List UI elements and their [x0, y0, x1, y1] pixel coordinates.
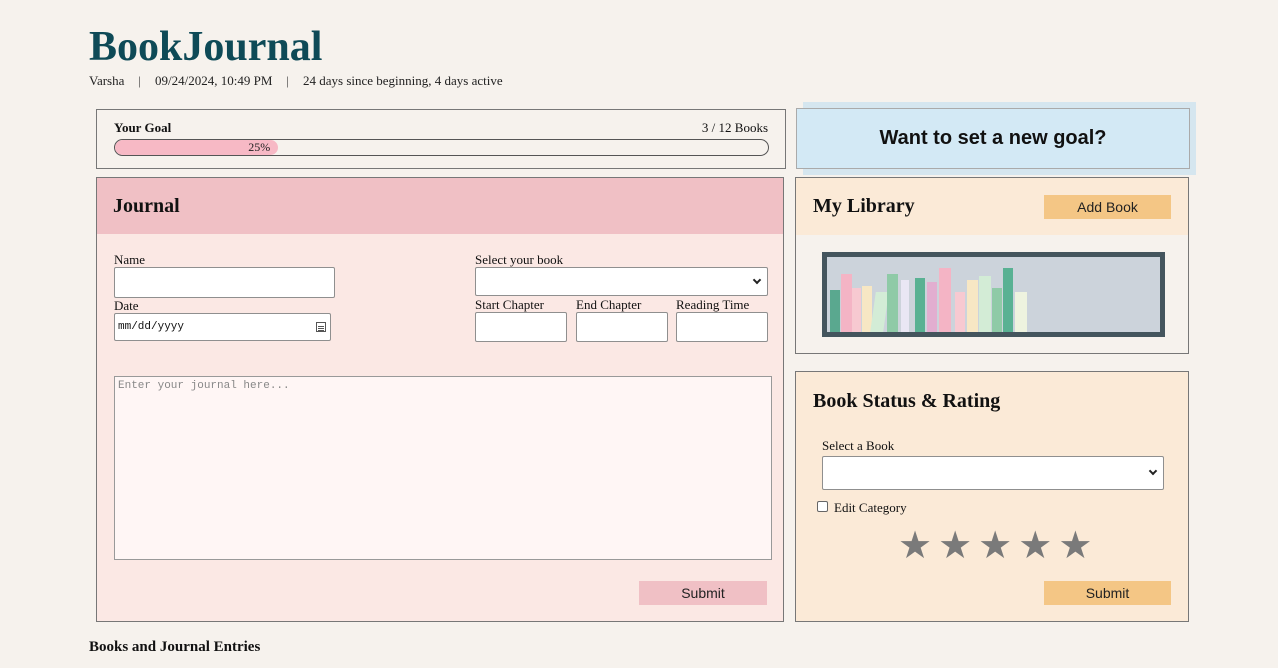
edit-category-label: Edit Category [834, 500, 907, 515]
user-name: Varsha [89, 73, 125, 88]
edit-category-checkbox[interactable] [817, 501, 828, 512]
book-status-title: Book Status & Rating [813, 390, 1001, 412]
separator: | [286, 73, 289, 88]
reading-time-label: Reading Time [676, 297, 750, 312]
star-5-icon[interactable]: ★ [1058, 526, 1092, 564]
rating-submit-button[interactable]: Submit [1044, 581, 1171, 605]
star-rating: ★ ★ ★ ★ ★ [898, 526, 1092, 564]
start-chapter-label: Start Chapter [475, 297, 544, 312]
star-3-icon[interactable]: ★ [978, 526, 1012, 564]
star-4-icon[interactable]: ★ [1018, 526, 1052, 564]
chevron-down-icon [752, 275, 762, 284]
book-spine [901, 280, 909, 332]
library-title: My Library [813, 195, 915, 217]
reading-time-input[interactable] [676, 312, 768, 342]
current-datetime: 09/24/2024, 10:49 PM [155, 73, 273, 88]
book-spine [852, 288, 861, 332]
set-new-goal-button[interactable]: Want to set a new goal? [796, 102, 1196, 175]
book-spine [967, 280, 978, 332]
goal-count: 3 / 12 Books [701, 120, 768, 135]
star-1-icon[interactable]: ★ [898, 526, 932, 564]
date-label: Date [114, 298, 139, 313]
journal-title: Journal [113, 194, 180, 217]
book-spine [1003, 268, 1013, 332]
rating-book-select[interactable] [822, 456, 1164, 490]
start-chapter-input[interactable] [475, 312, 567, 342]
add-book-button[interactable]: Add Book [1044, 194, 1171, 219]
book-spine [915, 278, 925, 332]
end-chapter-label: End Chapter [576, 297, 642, 312]
user-meta-line: Varsha | 09/24/2024, 10:49 PM | 24 days sinc… [89, 73, 503, 89]
name-input[interactable] [114, 267, 335, 298]
journal-entry-textarea[interactable]: Enter your journal here... [114, 376, 772, 560]
book-spine [992, 288, 1002, 332]
book-spine [1015, 292, 1027, 332]
journal-submit-button[interactable]: Submit [639, 581, 767, 605]
app-title: BookJournal [89, 24, 323, 70]
goal-progress-fill: 25% [115, 140, 279, 155]
journal-header: Journal [97, 178, 783, 234]
goal-progress-bar: 25% [114, 139, 769, 156]
journal-panel: Journal Name Date mm/dd/yyyy Select your… [96, 177, 784, 622]
bookshelf-illustration [822, 252, 1165, 337]
library-header: My Library Add Book [796, 178, 1188, 235]
library-panel: My Library Add Book [795, 177, 1189, 354]
journal-entry-placeholder: Enter your journal here... [118, 380, 290, 392]
separator: | [138, 73, 141, 88]
book-spine [830, 290, 840, 332]
book-spine [887, 274, 898, 332]
book-spine [955, 292, 965, 332]
book-status-panel: Book Status & Rating Select a Book Edit … [795, 371, 1189, 622]
book-spine [939, 268, 951, 332]
chevron-down-icon [1148, 466, 1158, 476]
star-2-icon[interactable]: ★ [938, 526, 972, 564]
book-spine [841, 274, 852, 332]
book-select[interactable] [475, 267, 768, 296]
select-book-label: Select a Book [822, 438, 895, 453]
date-input[interactable]: mm/dd/yyyy [114, 313, 331, 341]
date-placeholder: mm/dd/yyyy [118, 321, 185, 333]
activity-stats: 24 days since beginning, 4 days active [302, 73, 503, 88]
calendar-icon[interactable] [316, 322, 326, 332]
name-label: Name [114, 252, 146, 267]
book-spine [979, 276, 991, 332]
goal-progress-percent: 25% [248, 140, 271, 154]
books-entries-heading: Books and Journal Entries [89, 639, 261, 655]
goal-panel: Your Goal 3 / 12 Books 25% [96, 109, 786, 169]
book-select-label: Select your book [475, 252, 564, 267]
goal-label: Your Goal [114, 120, 172, 135]
book-spine [927, 282, 937, 332]
end-chapter-input[interactable] [576, 312, 668, 342]
